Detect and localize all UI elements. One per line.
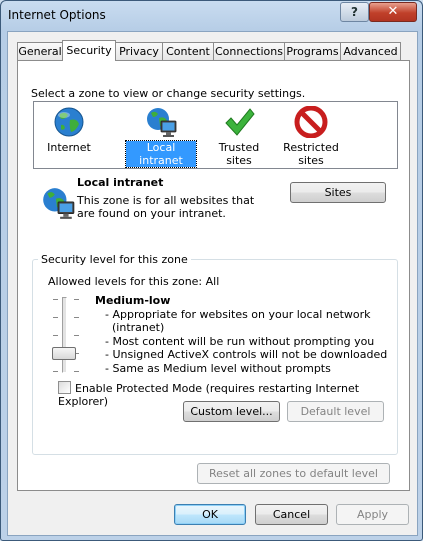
allowed-levels-label: Allowed levels for this zone: All <box>48 275 220 288</box>
ok-button[interactable]: OK <box>174 504 246 525</box>
reset-all-zones-button[interactable]: Reset all zones to default level <box>197 463 390 484</box>
tab-privacy[interactable]: Privacy <box>115 42 163 60</box>
zone-label-internet: Internet <box>47 141 91 154</box>
cancel-button[interactable]: Cancel <box>255 504 328 525</box>
checkbox-box[interactable] <box>58 381 71 394</box>
custom-level-button[interactable]: Custom level... <box>183 401 280 422</box>
checkmark-icon <box>222 106 256 138</box>
default-level-button[interactable]: Default level <box>287 401 384 422</box>
slider-tick <box>53 371 58 372</box>
globe-icon <box>52 106 86 138</box>
window-title: Internet Options <box>8 8 106 22</box>
level-desc-line: (intranet) <box>112 321 165 335</box>
internet-options-window: Internet Options ? ✕ General Security Pr… <box>0 0 423 541</box>
slider-tick <box>53 335 58 336</box>
tab-programs[interactable]: Programs <box>284 42 341 60</box>
tab-advanced[interactable]: Advanced <box>340 42 401 60</box>
slider-tick <box>53 299 58 300</box>
level-desc-line: - Unsigned ActiveX controls will not be … <box>105 348 388 362</box>
slider-track <box>62 297 67 373</box>
restricted-icon <box>294 105 328 139</box>
zone-trusted-sites[interactable]: Trusted sites <box>204 106 274 167</box>
zone-local-intranet[interactable]: Local intranet <box>125 106 197 168</box>
sites-button[interactable]: Sites <box>290 182 386 203</box>
level-desc-line: - Same as Medium level without prompts <box>105 361 331 375</box>
tab-general[interactable]: General <box>17 42 63 60</box>
level-desc-line: - Appropriate for websites on your local… <box>105 308 371 321</box>
level-desc-line: - Most content will be run without promp… <box>105 334 375 348</box>
zone-label-restricted-sites: Restricted sites <box>283 141 339 167</box>
slider-tick <box>53 317 58 318</box>
local-intranet-icon <box>40 185 76 221</box>
dialog-client: General Security Privacy Content Connect… <box>7 31 418 536</box>
zone-detail-name: Local intranet <box>77 176 164 189</box>
slider-tick <box>74 371 79 372</box>
tab-connections[interactable]: Connections <box>213 42 285 60</box>
apply-button[interactable]: Apply <box>336 504 409 525</box>
zone-detail-description: This zone is for all websites that are f… <box>77 194 255 220</box>
slider-tick <box>74 317 79 318</box>
tab-content[interactable]: Content <box>162 42 214 60</box>
title-bar[interactable]: Internet Options ? ✕ <box>1 1 422 31</box>
help-button[interactable]: ? <box>340 2 369 22</box>
local-intranet-icon <box>144 106 178 138</box>
zone-list: Internet Local intranet Trusted sites Re… <box>33 101 398 169</box>
zone-label-trusted-sites: Trusted sites <box>218 141 260 167</box>
security-tab-panel: Select a zone to view or change security… <box>17 60 410 491</box>
zone-internet[interactable]: Internet <box>34 106 104 154</box>
security-level-name: Medium-low <box>95 294 171 307</box>
security-level-group-title: Security level for this zone <box>38 253 191 266</box>
slider-tick <box>74 299 79 300</box>
tab-security[interactable]: Security <box>62 40 116 61</box>
zone-restricted-sites[interactable]: Restricted sites <box>279 105 343 167</box>
slider-thumb[interactable] <box>52 347 76 360</box>
slider-tick <box>74 335 79 336</box>
zone-prompt: Select a zone to view or change security… <box>31 87 306 100</box>
security-level-description: - Appropriate for websites on your local… <box>105 308 387 375</box>
zone-label-local-intranet: Local intranet <box>125 140 197 168</box>
close-button[interactable]: ✕ <box>369 2 417 22</box>
